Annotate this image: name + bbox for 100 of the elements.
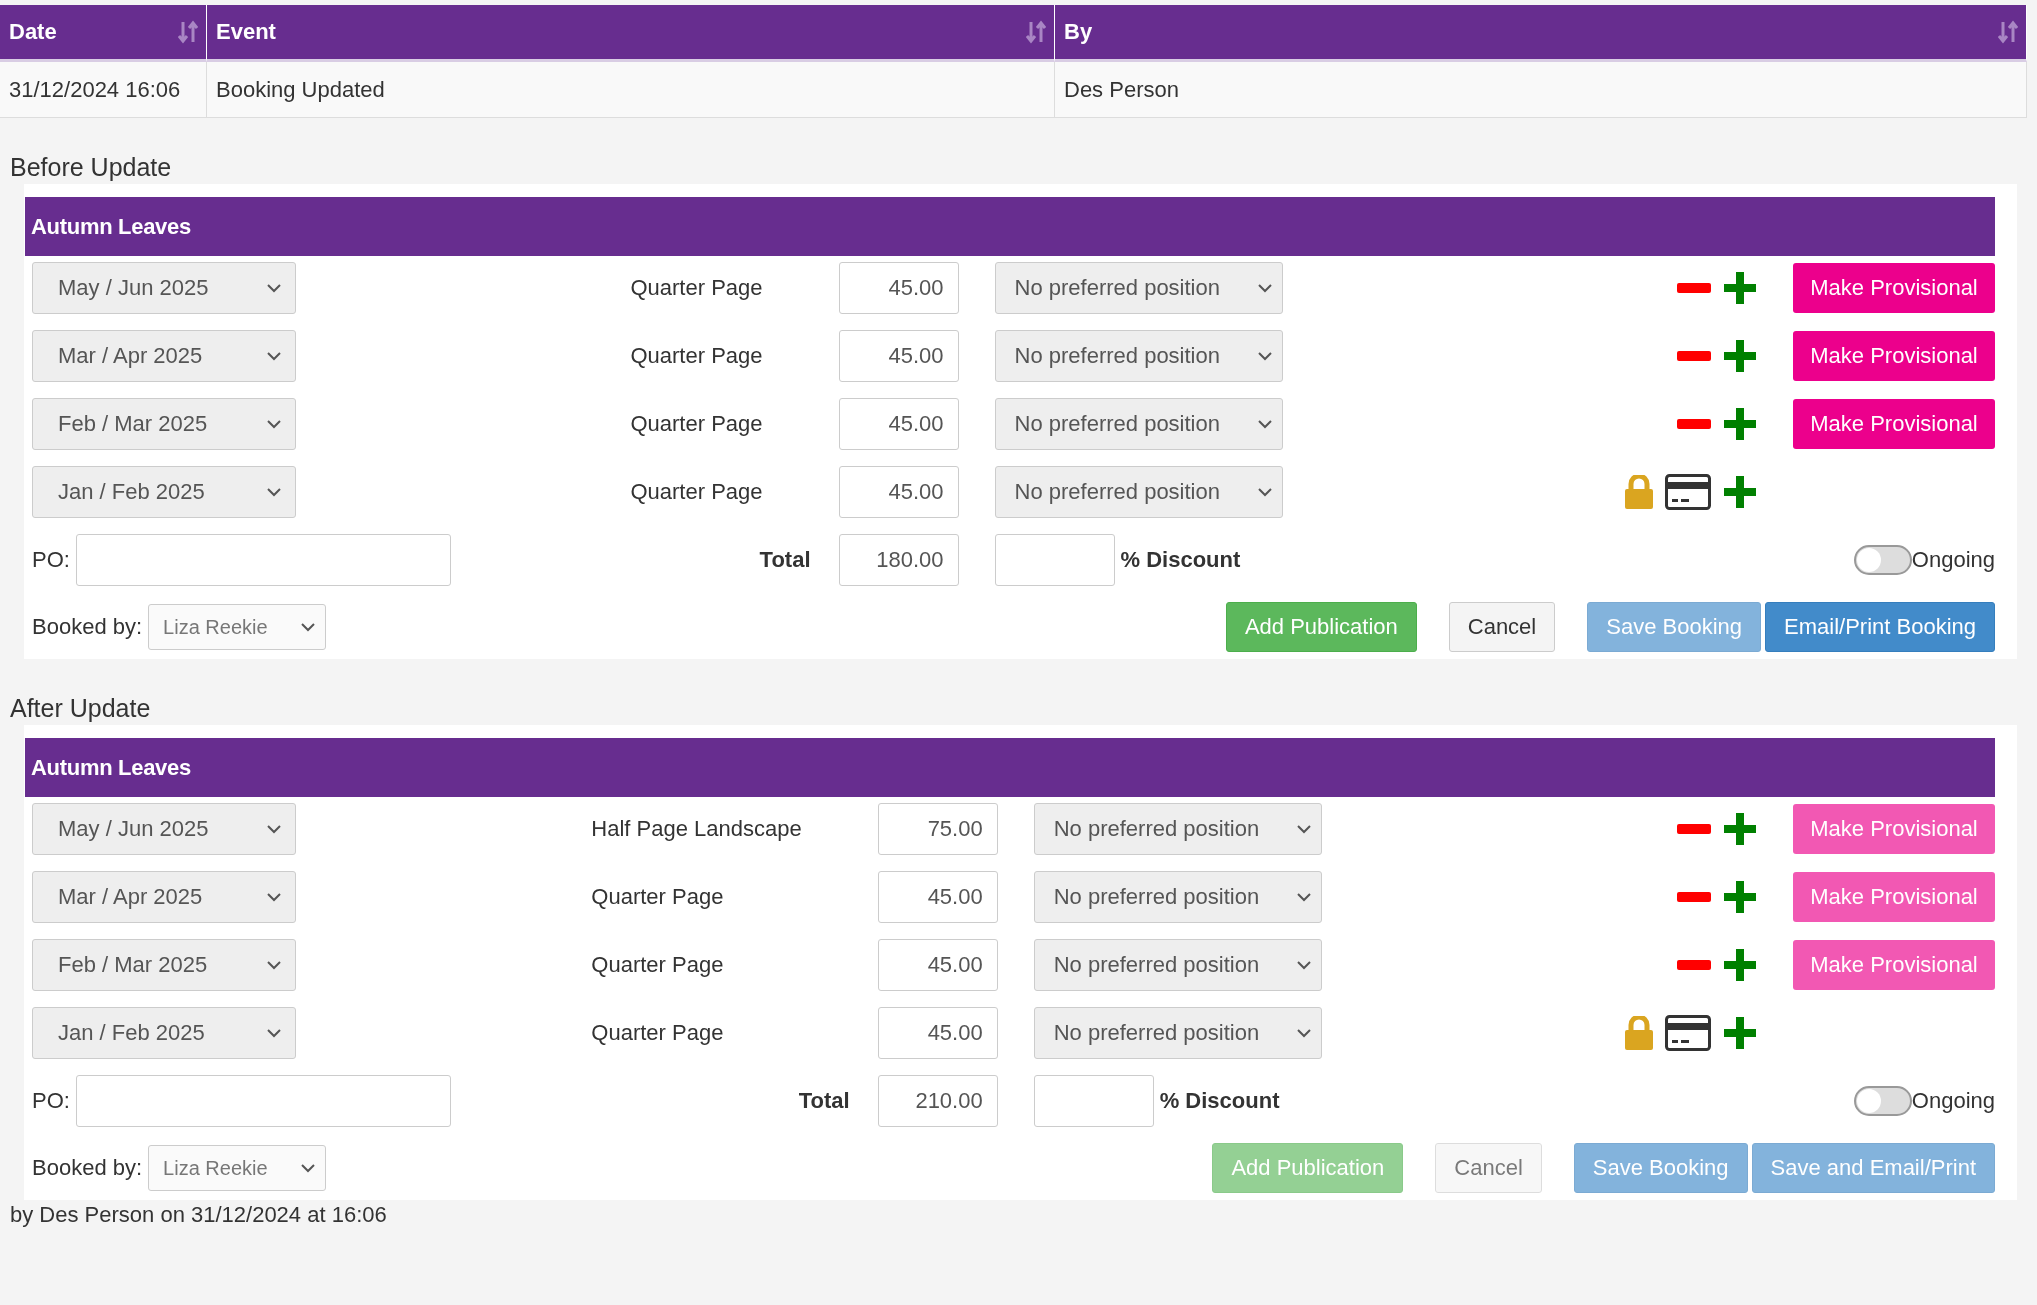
plus-icon[interactable]: [1723, 948, 1757, 982]
po-label: PO:: [32, 1088, 70, 1114]
padlock-icon: [1625, 475, 1653, 509]
discount-field[interactable]: [994, 534, 1115, 586]
issue-select[interactable]: May / Jun 2025: [32, 262, 296, 314]
plus-icon[interactable]: [1723, 812, 1757, 846]
minus-icon[interactable]: [1677, 418, 1711, 430]
booked-by-label: Booked by:: [32, 614, 143, 640]
make-provisional-button[interactable]: Make Provisional: [1793, 263, 1995, 313]
chevron-icon: [301, 1163, 316, 1173]
chevron-icon: [1296, 824, 1311, 834]
minus-icon[interactable]: [1677, 282, 1711, 294]
ongoing-label: Ongoing: [1911, 547, 1995, 573]
sort-icon: [1026, 20, 1046, 44]
position-select[interactable]: No preferred position: [994, 466, 1283, 518]
plus-icon[interactable]: [1723, 880, 1757, 914]
issue-select[interactable]: Jan / Feb 2025: [32, 466, 296, 518]
ad-size-label: Quarter Page: [630, 479, 764, 505]
chevron-icon: [267, 283, 281, 293]
discount-label: % Discount: [1120, 547, 1241, 573]
position-select[interactable]: No preferred position: [994, 262, 1283, 314]
chevron-icon: [267, 824, 281, 834]
column-label: By: [1064, 19, 1093, 45]
chevron-icon: [267, 487, 281, 497]
chevron-icon: [1296, 892, 1311, 902]
price-field[interactable]: 45.00: [838, 466, 959, 518]
minus-icon[interactable]: [1677, 891, 1711, 903]
chevron-icon: [1257, 487, 1272, 497]
chevron-icon: [1296, 960, 1311, 970]
ad-size-label: Quarter Page: [630, 411, 764, 437]
chevron-icon: [1257, 283, 1272, 293]
issue-select[interactable]: Feb / Mar 2025: [32, 398, 296, 450]
publication-title: Autumn Leaves: [25, 197, 1995, 256]
chevron-icon: [1296, 1028, 1311, 1038]
column-label: Date: [9, 19, 57, 45]
column-header[interactable]: Date: [0, 5, 207, 62]
plus-icon[interactable]: [1723, 407, 1757, 441]
price-field[interactable]: 45.00: [838, 398, 959, 450]
chevron-icon: [267, 351, 281, 361]
column-header[interactable]: By: [1055, 5, 2027, 62]
table-cell: Booking Updated: [207, 62, 1055, 118]
booked-by-label: Booked by:: [32, 1155, 143, 1181]
booked-by-select[interactable]: Liza Reekie: [148, 1145, 327, 1191]
po-field[interactable]: [75, 1075, 451, 1127]
chevron-icon: [267, 960, 281, 970]
action-button[interactable]: Cancel: [1448, 602, 1556, 652]
section-heading: Before Update: [9, 152, 173, 183]
credit-card-icon: [1665, 1015, 1711, 1051]
total-label: Total: [759, 547, 811, 573]
chevron-icon: [267, 1028, 281, 1038]
column-label: Event: [216, 19, 276, 45]
price-field[interactable]: 45.00: [838, 262, 959, 314]
total-field[interactable]: 210.00: [877, 1075, 998, 1127]
po-field[interactable]: [75, 534, 451, 586]
po-label: PO:: [32, 547, 70, 573]
price-field[interactable]: 45.00: [838, 330, 959, 382]
ad-size-label: Quarter Page: [630, 275, 764, 301]
position-select[interactable]: No preferred position: [1033, 1007, 1322, 1059]
ad-size-label: Quarter Page: [591, 1020, 725, 1046]
minus-icon[interactable]: [1677, 823, 1711, 835]
minus-icon[interactable]: [1677, 959, 1711, 971]
position-select[interactable]: No preferred position: [994, 398, 1283, 450]
total-label: Total: [798, 1088, 850, 1114]
make-provisional-button[interactable]: Make Provisional: [1793, 399, 1995, 449]
ad-size-label: Quarter Page: [630, 343, 764, 369]
chevron-icon: [1257, 419, 1272, 429]
credit-card-icon: [1665, 474, 1711, 510]
plus-icon[interactable]: [1723, 475, 1757, 509]
position-select[interactable]: No preferred position: [994, 330, 1283, 382]
sort-icon: [1998, 20, 2018, 44]
price-field[interactable]: 45.00: [877, 1007, 998, 1059]
minus-icon[interactable]: [1677, 350, 1711, 362]
total-field[interactable]: 180.00: [838, 534, 959, 586]
sort-icon: [178, 20, 198, 44]
ad-size-label: Half Page Landscape: [591, 816, 803, 842]
discount-field[interactable]: [1033, 1075, 1154, 1127]
table-cell: Des Person: [1055, 62, 2027, 118]
section-heading: After Update: [9, 693, 152, 724]
booked-by-select[interactable]: Liza Reekie: [148, 604, 327, 650]
ad-size-label: Quarter Page: [591, 952, 725, 978]
column-header[interactable]: Event: [207, 5, 1055, 62]
discount-label: % Discount: [1159, 1088, 1280, 1114]
issue-select[interactable]: Jan / Feb 2025: [32, 1007, 296, 1059]
plus-icon[interactable]: [1723, 271, 1757, 305]
make-provisional-button[interactable]: Make Provisional: [1793, 331, 1995, 381]
ongoing-toggle[interactable]: [1853, 545, 1912, 575]
padlock-icon: [1625, 1016, 1653, 1050]
table-cell: 31/12/2024 16:06: [0, 62, 207, 118]
issue-select[interactable]: Mar / Apr 2025: [32, 330, 296, 382]
ongoing-label: Ongoing: [1911, 1088, 1995, 1114]
plus-icon[interactable]: [1723, 1016, 1757, 1050]
ongoing-toggle[interactable]: [1853, 1086, 1912, 1116]
chevron-icon: [1257, 351, 1272, 361]
chevron-icon: [267, 419, 281, 429]
publication-title: Autumn Leaves: [25, 738, 1995, 797]
chevron-icon: [301, 622, 316, 632]
action-button[interactable]: Email/Print Booking: [1765, 602, 1995, 652]
plus-icon[interactable]: [1723, 339, 1757, 373]
audit-note: by Des Person on 31/12/2024 at 16:06: [10, 1202, 387, 1227]
ad-size-label: Quarter Page: [591, 884, 725, 910]
